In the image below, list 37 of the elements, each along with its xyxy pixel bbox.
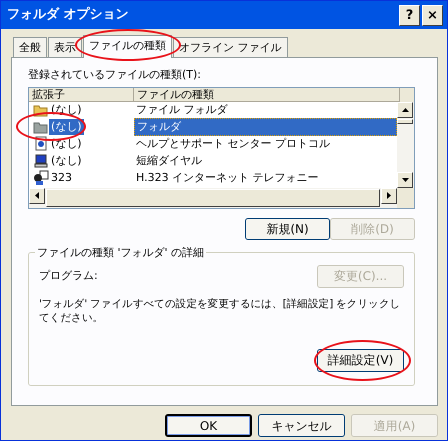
phone-icon <box>33 170 49 186</box>
table-cell-text: H.323 インターネット テレフォニー <box>135 170 319 186</box>
table-cell-text: (なし) <box>50 152 83 169</box>
vertical-scrollbar[interactable] <box>397 102 414 188</box>
program-label: プログラム: <box>39 268 98 284</box>
tab[interactable]: 表示 <box>48 37 82 57</box>
column-header[interactable]: ファイルの種類 <box>134 88 400 102</box>
tab[interactable]: オフライン ファイル <box>173 37 288 57</box>
advanced-button[interactable]: 詳細設定(V) <box>317 348 404 372</box>
close-button[interactable]: × <box>422 4 443 26</box>
button[interactable]: キャンセル <box>258 414 345 437</box>
document-icon <box>33 136 49 152</box>
button[interactable]: OK <box>165 414 252 437</box>
table-cell-text: ヘルプとサポート センター プロトコル <box>135 136 330 152</box>
column-header[interactable]: 拡張子 <box>29 88 134 102</box>
left-arrow-icon[interactable] <box>35 192 39 199</box>
list-label: 登録されているファイルの種類(T): <box>28 67 202 83</box>
list-row[interactable]: (なし) 短縮ダイヤル <box>29 152 397 170</box>
scrollbar-corner <box>397 188 414 208</box>
description-text: 'フォルダ' ファイルすべての設定を変更するには、[詳細設定] をクリックしてください。 <box>39 296 402 324</box>
list-row[interactable]: (なし) フォルダ <box>29 118 397 136</box>
tab[interactable]: ファイルの種類 <box>83 35 172 58</box>
right-arrow-icon[interactable] <box>387 192 391 199</box>
table-cell-text: 323 <box>50 170 73 186</box>
table-cell: (なし) <box>49 118 84 136</box>
table-cell: フォルダ <box>134 118 397 136</box>
table-cell-text: ファイル フォルダ <box>135 102 228 118</box>
list-row[interactable]: 323 H.323 インターネット テレフォニー <box>29 170 397 186</box>
table-cell-text: 短縮ダイヤル <box>135 152 202 169</box>
computer-icon <box>33 153 49 169</box>
button[interactable]: 新規(N) <box>245 218 330 240</box>
window-title: フォルダ オプション <box>7 6 130 24</box>
group-title: ファイルの種類 'フォルダ' の詳細 <box>35 244 206 261</box>
tab[interactable]: 全般 <box>13 37 47 57</box>
help-button[interactable]: ? <box>399 4 420 26</box>
up-arrow-icon[interactable] <box>402 108 408 112</box>
down-arrow-icon[interactable] <box>402 178 408 182</box>
